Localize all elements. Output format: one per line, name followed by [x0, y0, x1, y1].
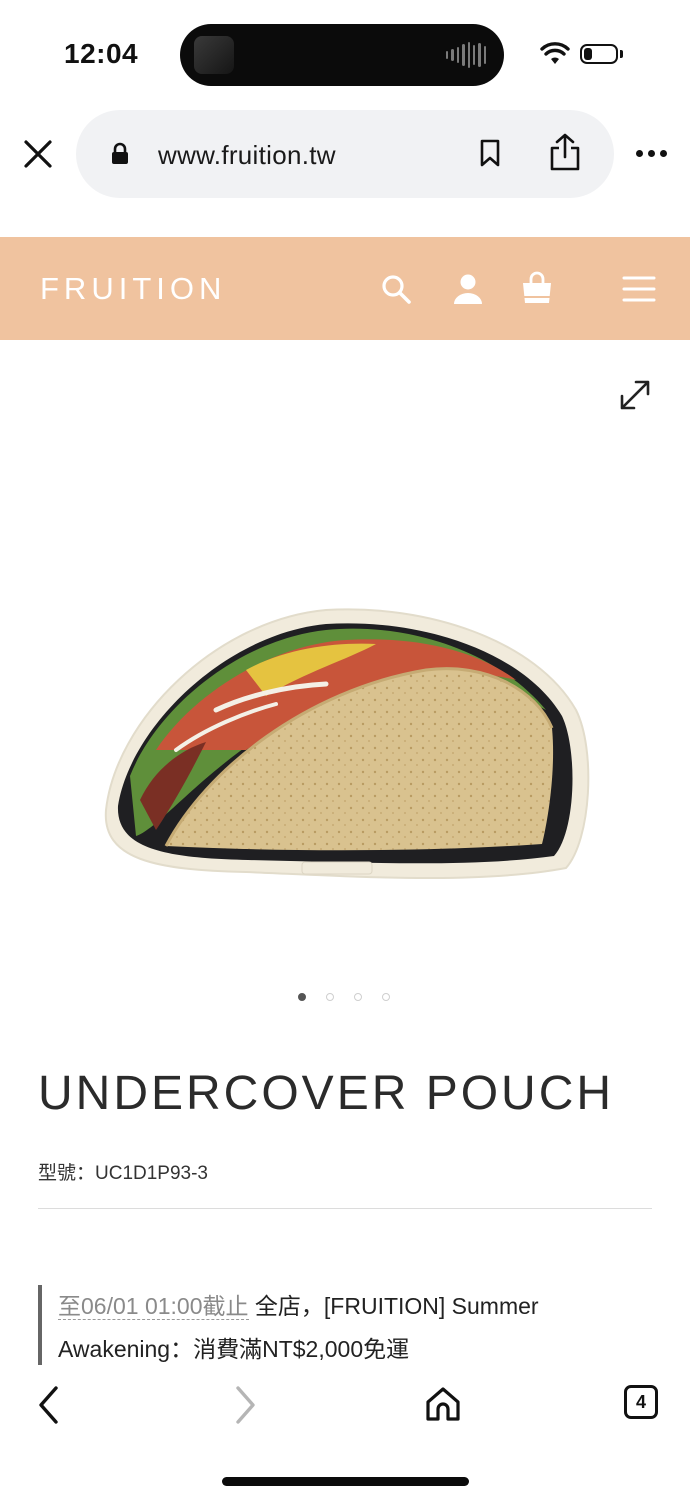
battery-icon: [580, 44, 618, 64]
now-playing-thumbnail: [194, 36, 234, 74]
audio-wave-icon: [446, 42, 486, 68]
promotion-notice: 至06/01 01:00截止 全店，[FRUITION] Summer Awak…: [38, 1285, 618, 1371]
more-icon[interactable]: [636, 150, 668, 158]
home-indicator[interactable]: [222, 1477, 469, 1486]
divider: [38, 1208, 652, 1209]
hamburger-menu-icon[interactable]: [622, 275, 656, 303]
shopping-bag-icon[interactable]: [520, 271, 554, 305]
battery-tip: [620, 50, 623, 58]
promotion-deadline[interactable]: 至06/01 01:00截止: [58, 1293, 249, 1320]
image-pagination[interactable]: [298, 993, 390, 1001]
bookmark-icon[interactable]: [478, 138, 502, 168]
home-icon[interactable]: [424, 1385, 462, 1423]
site-logo[interactable]: FRUITION: [40, 271, 226, 307]
url-text[interactable]: www.fruition.tw: [158, 140, 336, 171]
chevron-right-icon[interactable]: [232, 1385, 258, 1425]
product-title: UNDERCOVER POUCH: [38, 1067, 615, 1120]
product-model-number: 型號：UC1D1P93-3: [38, 1163, 208, 1184]
pagination-dot[interactable]: [354, 993, 362, 1001]
site-header: FRUITION: [0, 237, 690, 340]
product-image[interactable]: [96, 600, 596, 890]
chevron-left-icon[interactable]: [36, 1385, 62, 1425]
close-icon[interactable]: [22, 138, 54, 170]
wifi-icon: [540, 42, 570, 64]
expand-icon[interactable]: [618, 378, 652, 412]
pagination-dot[interactable]: [326, 993, 334, 1001]
search-icon[interactable]: [380, 273, 412, 305]
user-icon[interactable]: [452, 273, 484, 305]
pagination-dot[interactable]: [298, 993, 306, 1001]
address-bar[interactable]: www.fruition.tw: [76, 110, 614, 198]
lock-icon: [112, 142, 128, 164]
dynamic-island: [180, 24, 504, 86]
tabs-icon[interactable]: 4: [624, 1385, 658, 1419]
browser-bottom-toolbar: 4: [0, 1365, 690, 1500]
status-time: 12:04: [64, 38, 139, 69]
share-icon[interactable]: [548, 132, 582, 172]
pagination-dot[interactable]: [382, 993, 390, 1001]
